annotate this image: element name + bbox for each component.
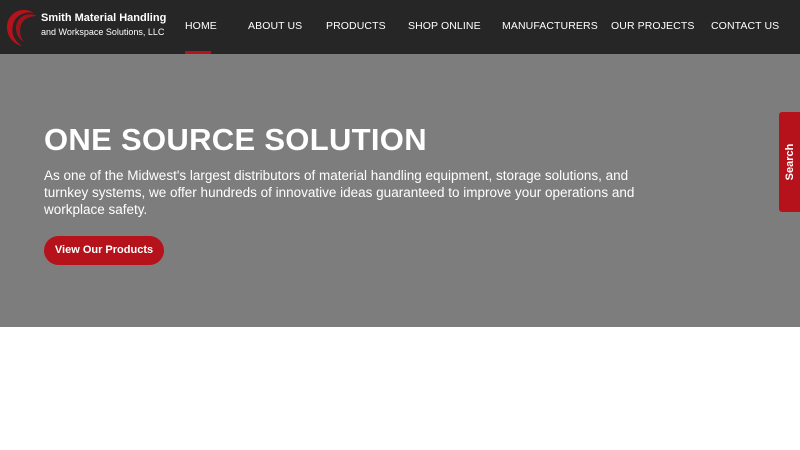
site-logo[interactable]: Smith Material Handling and Workspace So… [4,7,167,47]
nav-item-shop-online[interactable]: SHOP ONLINE [408,20,481,32]
nav-item-about-us[interactable]: ABOUT US [248,20,302,32]
search-tab-label: Search [783,143,796,181]
nav-item-manufacturers[interactable]: MANUFACTURERS [502,20,598,32]
site-header: Smith Material Handling and Workspace So… [0,0,800,54]
hero-description: As one of the Midwest's largest distribu… [44,168,635,217]
red-swoosh-logo-icon [6,9,37,46]
brand-name: Smith Material Handling [41,12,167,24]
nav-item-home[interactable]: HOME [185,20,217,32]
hero-title: ONE SOURCE SOLUTION [44,122,427,157]
brand-subtitle: and Workspace Solutions, LLC [41,27,165,37]
nav-item-our-projects[interactable]: OUR PROJECTS [611,20,694,32]
hero-banner: ONE SOURCE SOLUTION As one of the Midwes… [0,54,800,327]
nav-item-products[interactable]: PRODUCTS [326,20,386,32]
nav-item-contact-us[interactable]: CONTACT US [711,20,779,32]
search-side-tab[interactable]: Search [779,112,800,212]
view-products-button[interactable]: View Our Products [44,236,164,265]
